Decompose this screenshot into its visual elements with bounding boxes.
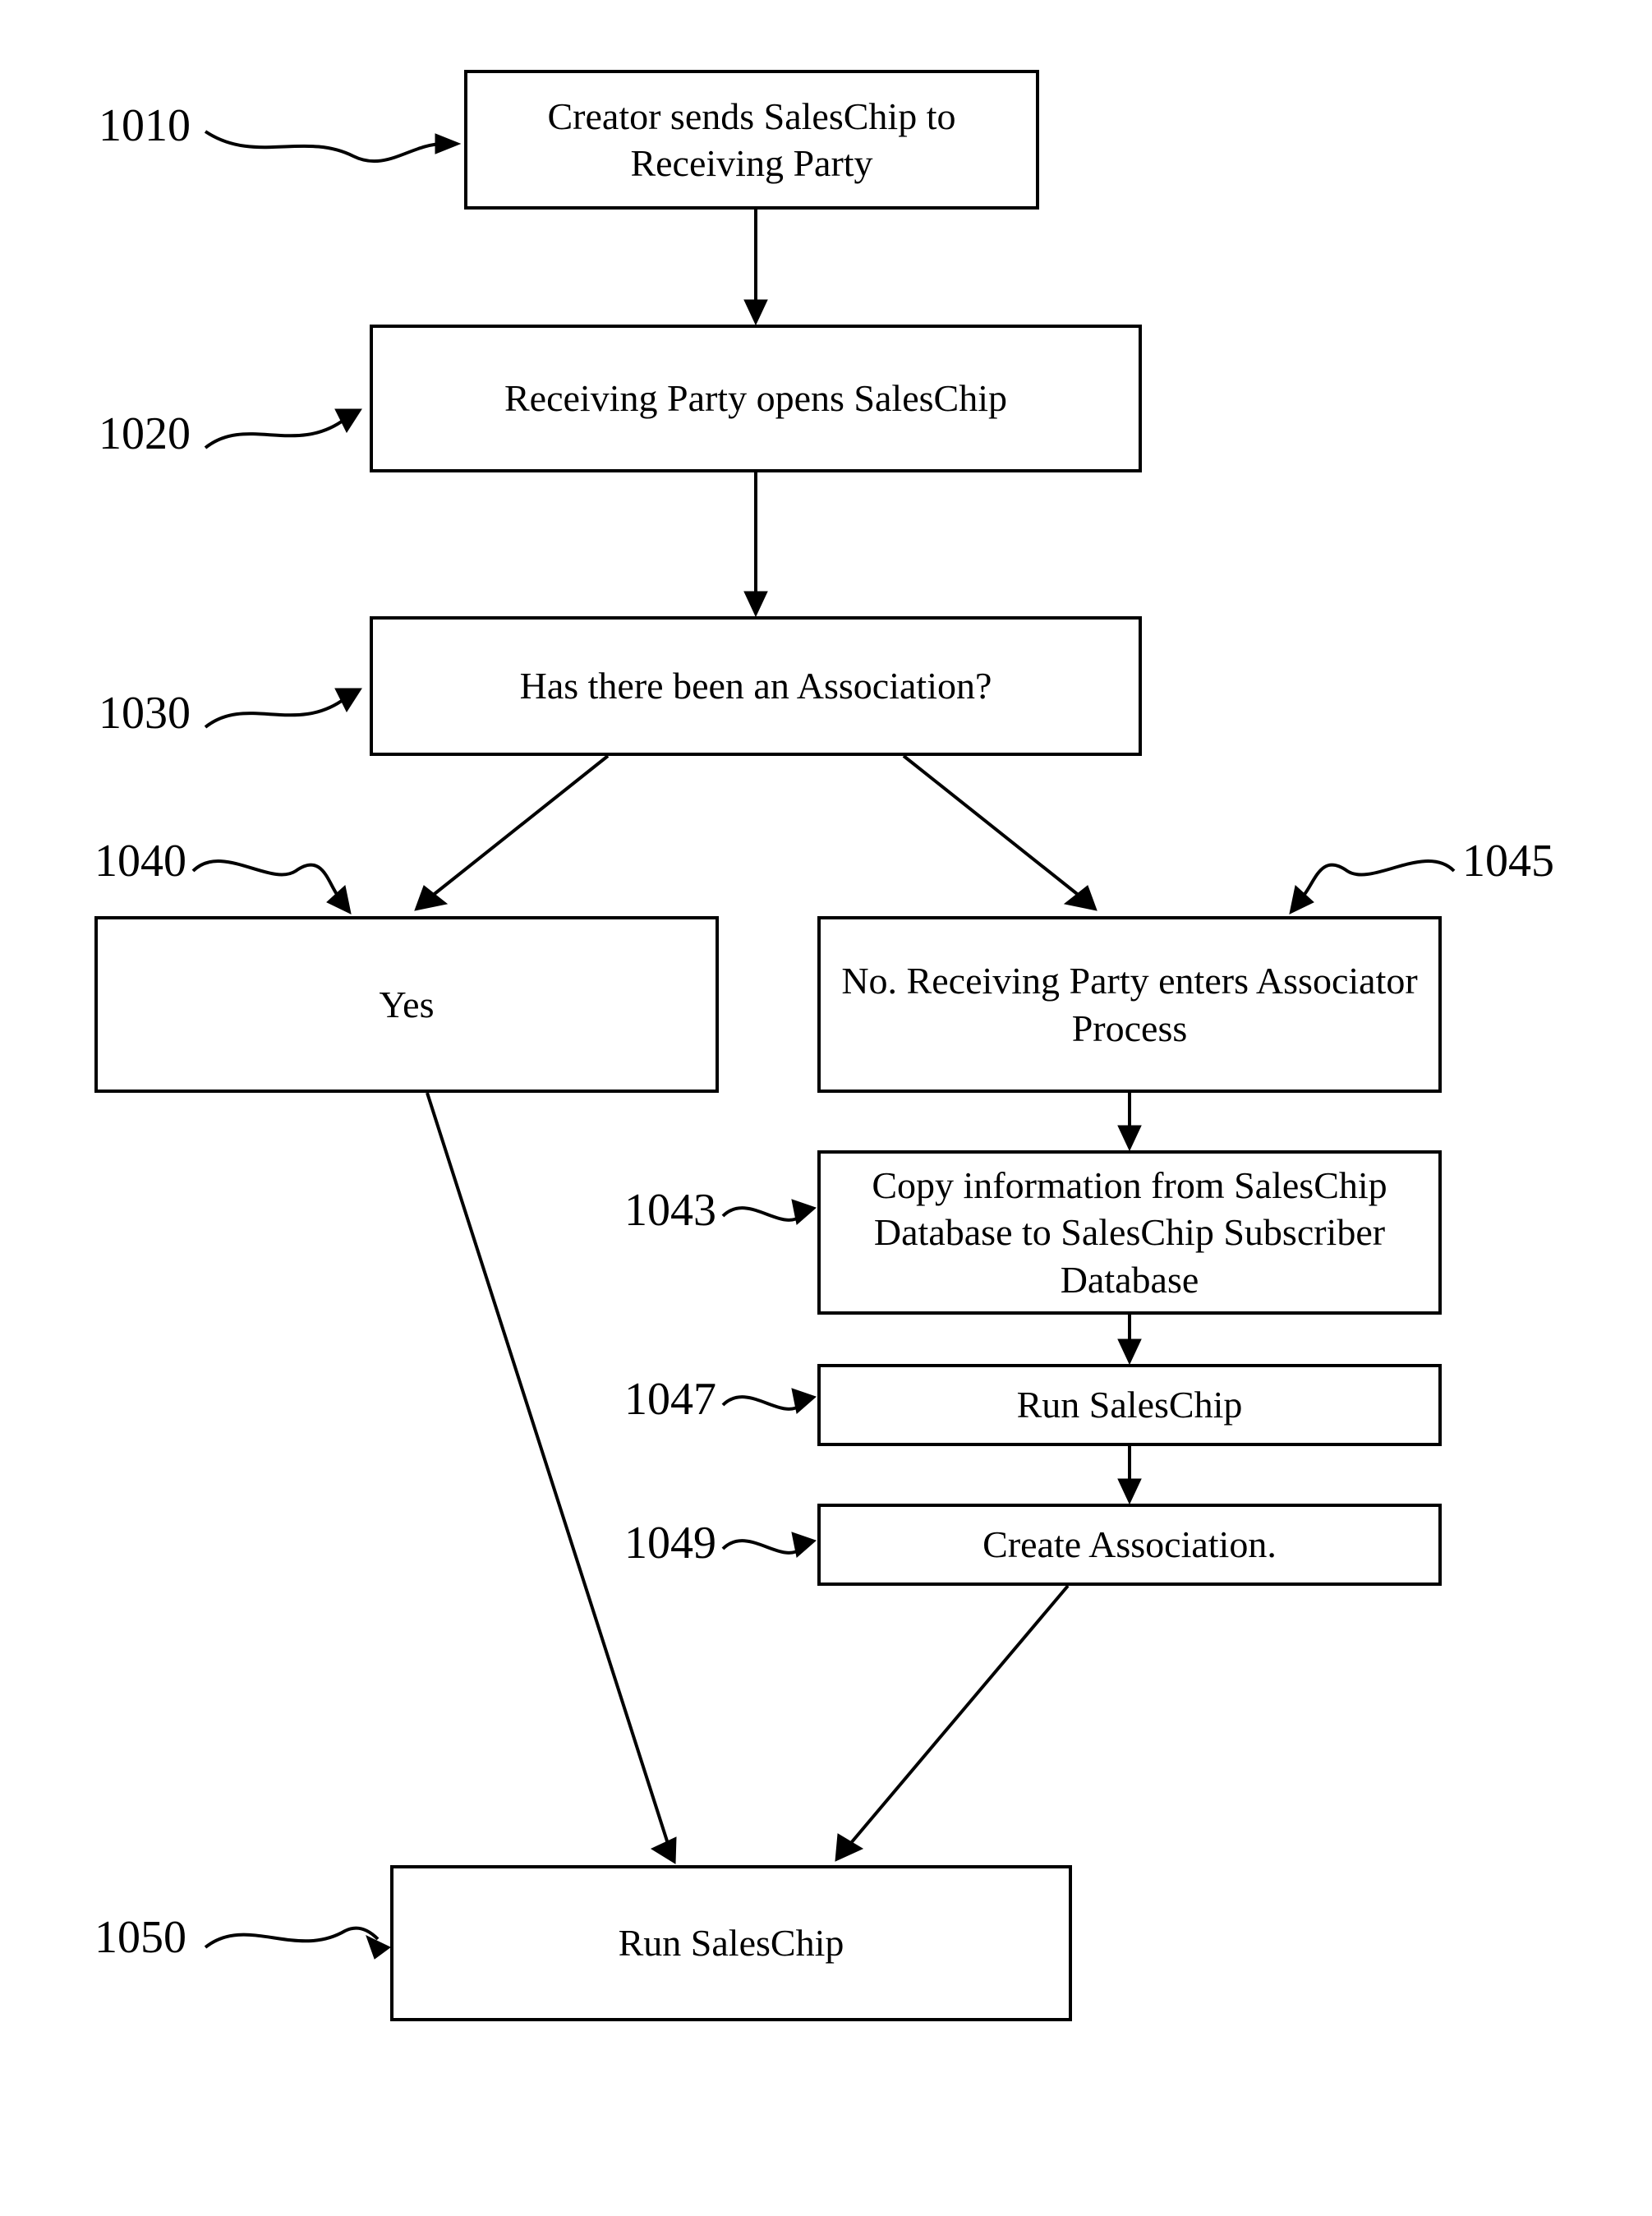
flowchart-canvas: 1010 1020 1030 1040 1045 1043 1047 1049 …: [0, 0, 1652, 2216]
node-1040: Yes: [94, 916, 719, 1093]
node-1043-text: Copy information from SalesChip Database…: [837, 1162, 1422, 1304]
node-1047-text: Run SalesChip: [1017, 1381, 1243, 1429]
node-1043: Copy information from SalesChip Database…: [817, 1150, 1442, 1315]
ref-label-1040: 1040: [94, 838, 186, 884]
ref-label-1010: 1010: [99, 103, 191, 149]
ref-label-1020: 1020: [99, 411, 191, 457]
node-1050: Run SalesChip: [390, 1865, 1072, 2021]
node-1045-text: No. Receiving Party enters Associator Pr…: [837, 957, 1422, 1052]
node-1010-text: Creator sends SalesChip to Receiving Par…: [484, 93, 1019, 187]
node-1045: No. Receiving Party enters Associator Pr…: [817, 916, 1442, 1093]
node-1020: Receiving Party opens SalesChip: [370, 325, 1142, 472]
ref-label-1050: 1050: [94, 1914, 186, 1960]
node-1047: Run SalesChip: [817, 1364, 1442, 1446]
node-1020-text: Receiving Party opens SalesChip: [504, 375, 1007, 422]
ref-label-1030: 1030: [99, 690, 191, 736]
node-1049: Create Association.: [817, 1504, 1442, 1586]
node-1030-text: Has there been an Association?: [520, 662, 992, 710]
node-1010: Creator sends SalesChip to Receiving Par…: [464, 70, 1039, 210]
ref-label-1047: 1047: [624, 1376, 716, 1422]
node-1049-text: Create Association.: [982, 1521, 1277, 1569]
ref-label-1043: 1043: [624, 1187, 716, 1233]
node-1040-text: Yes: [380, 981, 435, 1029]
node-1030: Has there been an Association?: [370, 616, 1142, 756]
node-1050-text: Run SalesChip: [619, 1919, 844, 1967]
ref-label-1045: 1045: [1462, 838, 1554, 884]
ref-label-1049: 1049: [624, 1520, 716, 1566]
